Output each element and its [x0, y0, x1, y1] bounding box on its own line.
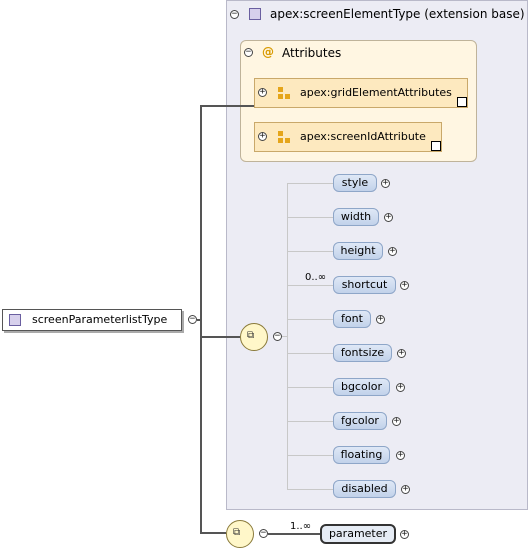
connector-line	[200, 105, 202, 534]
element-connector	[287, 421, 333, 422]
element-parameter[interactable]: parameter	[320, 524, 396, 544]
element-height[interactable]: height	[333, 242, 383, 260]
element-font[interactable]: font	[333, 310, 371, 328]
element-floating[interactable]: floating	[333, 446, 390, 464]
element-connector	[287, 285, 333, 286]
element-expand-toggle[interactable]: +	[397, 349, 406, 358]
element-expand-toggle[interactable]: +	[381, 179, 390, 188]
element-width[interactable]: width	[333, 208, 379, 226]
sequence-tree-line	[287, 183, 288, 489]
element-connector	[287, 251, 333, 252]
sequence-glyph: ⧉	[247, 330, 255, 341]
complex-type-icon	[249, 8, 261, 20]
element-connector	[287, 183, 333, 184]
element-connector	[287, 353, 333, 354]
element-connector	[287, 319, 333, 320]
element-expand-toggle[interactable]: +	[401, 485, 410, 494]
element-bgcolor[interactable]: bgcolor	[333, 378, 390, 396]
element-shortcut[interactable]: shortcut	[333, 276, 396, 294]
sequence-glyph: ⧉	[233, 527, 241, 538]
attribute-at-icon: @	[262, 45, 274, 59]
element-expand-toggle[interactable]: +	[400, 530, 409, 539]
root-type-label: screenParameterlistType	[32, 313, 168, 326]
connector-line	[268, 533, 320, 535]
element-expand-toggle[interactable]: +	[392, 417, 401, 426]
attribute-group-icon	[278, 87, 290, 99]
sequence-collapse-toggle[interactable]: −	[273, 332, 282, 341]
element-expand-toggle[interactable]: +	[384, 213, 393, 222]
complex-type-icon	[9, 314, 21, 326]
sequence-multiplicity: 1..∞	[290, 521, 312, 532]
element-connector	[287, 489, 333, 490]
attribute-group-icon	[278, 131, 290, 143]
extension-collapse-toggle[interactable]: −	[230, 10, 239, 19]
element-expand-toggle[interactable]: +	[396, 451, 405, 460]
element-fgcolor[interactable]: fgcolor	[333, 412, 387, 430]
attribute-group-label: apex:screenIdAttribute	[300, 130, 426, 143]
connector-line	[200, 105, 254, 107]
root-type-collapse-toggle[interactable]: −	[188, 315, 197, 324]
element-expand-toggle[interactable]: +	[396, 383, 405, 392]
element-connector	[287, 455, 333, 456]
attribute-group-expand-toggle[interactable]: +	[258, 132, 267, 141]
element-disabled[interactable]: disabled	[333, 480, 396, 498]
external-link-icon[interactable]	[457, 97, 467, 107]
element-connector	[287, 217, 333, 218]
element-fontsize[interactable]: fontsize	[333, 344, 392, 362]
element-style[interactable]: style	[333, 174, 377, 192]
attributes-label: Attributes	[282, 46, 342, 60]
sequence-collapse-toggle[interactable]: −	[259, 529, 268, 538]
connector-line	[200, 532, 226, 534]
attribute-group-label: apex:gridElementAttributes	[300, 86, 452, 99]
element-expand-toggle[interactable]: +	[376, 315, 385, 324]
external-link-icon[interactable]	[431, 141, 441, 151]
connector-line	[200, 336, 240, 338]
sequence-multiplicity: 0..∞	[305, 272, 327, 283]
element-connector	[287, 387, 333, 388]
element-expand-toggle[interactable]: +	[388, 247, 397, 256]
element-expand-toggle[interactable]: +	[400, 281, 409, 290]
attribute-group-expand-toggle[interactable]: +	[258, 88, 267, 97]
attributes-collapse-toggle[interactable]: −	[244, 48, 253, 57]
extension-label: apex:screenElementType (extension base)	[270, 7, 525, 21]
